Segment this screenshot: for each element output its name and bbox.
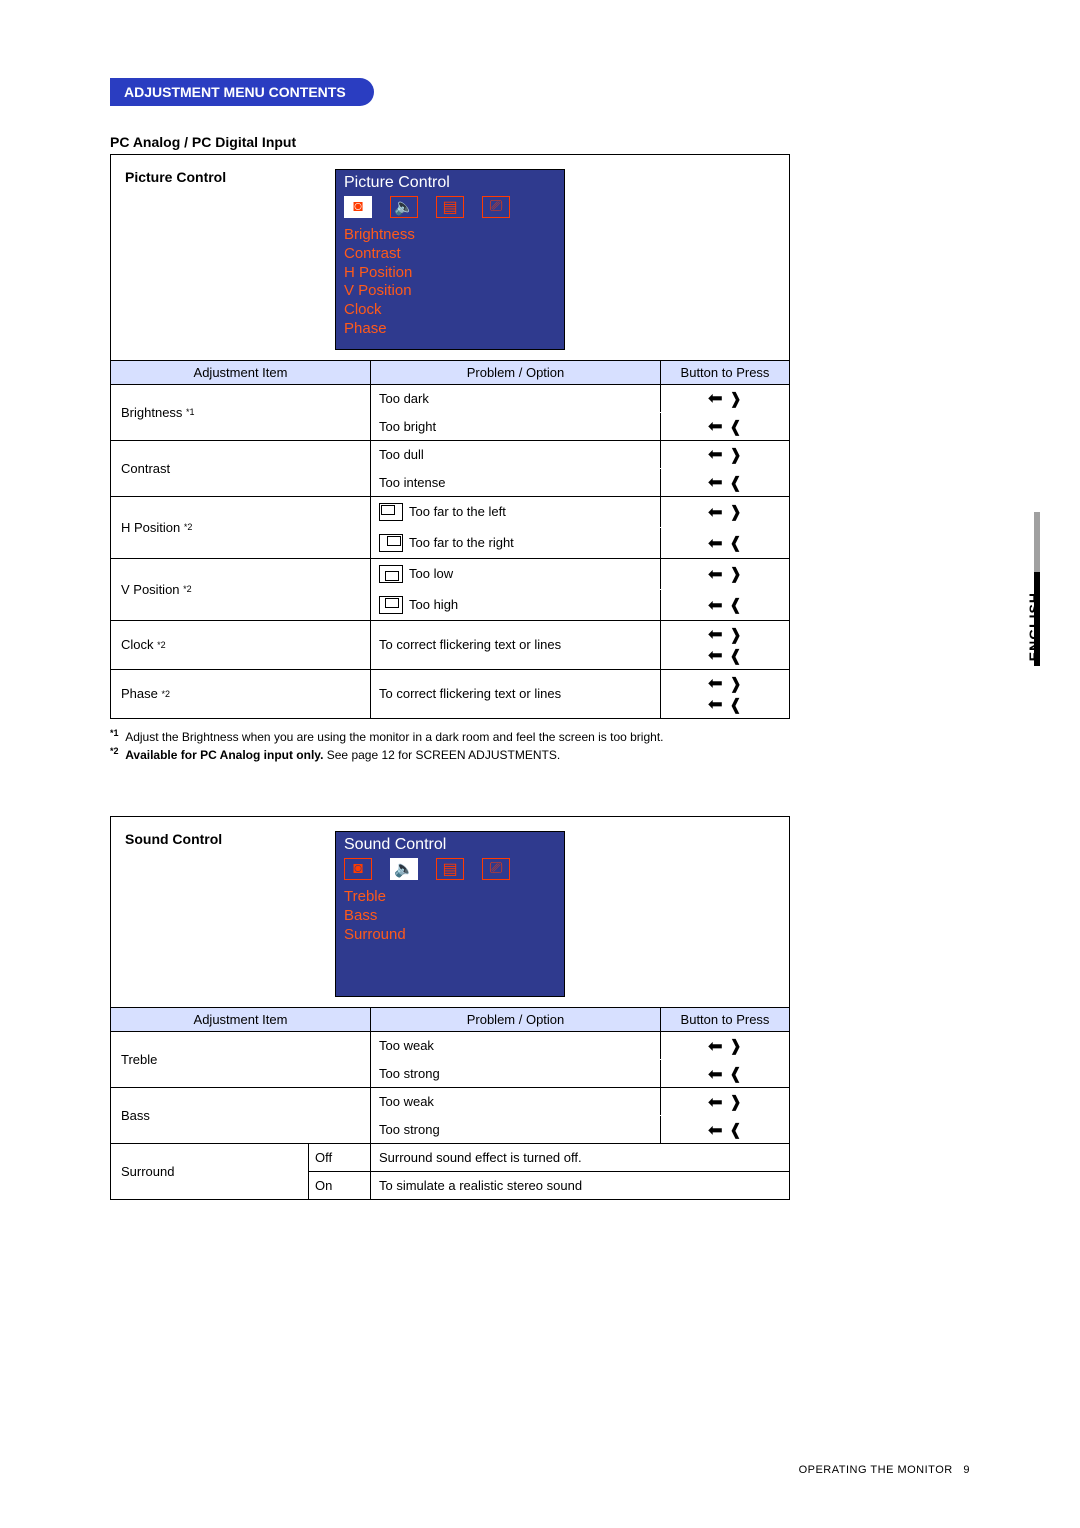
- table-row: Clock *2 To correct flickering text or l…: [111, 620, 789, 669]
- setup-tab-icon: ▤: [436, 858, 464, 880]
- table-row: H Position *2 Too far to the left Too fa…: [111, 496, 789, 558]
- section-pill: ADJUSTMENT MENU CONTENTS: [110, 78, 374, 106]
- picture-tab-icon: ◙: [344, 196, 372, 218]
- osd-sound-title: Sound Control: [344, 836, 556, 854]
- osd-sound-list: Treble Bass Surround: [344, 888, 556, 944]
- input-tab-icon: ⎚: [482, 196, 510, 218]
- osd-picture: Picture Control ◙ 🔈 ▤ ⎚ Brightness Contr…: [335, 169, 565, 350]
- table-row: Brightness *1 Too dark Too bright: [111, 384, 789, 440]
- table-row: Contrast Too dull Too intense: [111, 440, 789, 496]
- position-diagram-icon: [379, 596, 403, 614]
- setup-tab-icon: ▤: [436, 196, 464, 218]
- input-tab-icon: ⎚: [482, 858, 510, 880]
- page-footer: OPERATING THE MONITOR 9: [799, 1464, 970, 1476]
- sound-control-section: Sound Control Sound Control ◙ 🔈 ▤ ⎚ Treb…: [110, 816, 790, 1200]
- picture-control-section: Picture Control Picture Control ◙ 🔈 ▤ ⎚ …: [110, 154, 790, 719]
- sound-tab-icon: 🔈: [390, 858, 418, 880]
- table-row: Bass Too weak Too strong: [111, 1087, 789, 1143]
- table-row: Phase *2 To correct flickering text or l…: [111, 669, 789, 718]
- footnotes: *1 Adjust the Brightness when you are us…: [110, 727, 810, 765]
- osd-picture-title: Picture Control: [344, 174, 556, 192]
- language-tab: ENGLISH: [1026, 592, 1042, 661]
- sound-table-header: Adjustment Item Problem / Option Button …: [111, 1007, 789, 1031]
- left-arrow-icon: [708, 417, 743, 436]
- position-diagram-icon: [379, 534, 403, 552]
- osd-sound: Sound Control ◙ 🔈 ▤ ⎚ Treble Bass Surrou…: [335, 831, 565, 997]
- sound-control-label: Sound Control: [125, 831, 335, 997]
- picture-tab-icon: ◙: [344, 858, 372, 880]
- picture-table-header: Adjustment Item Problem / Option Button …: [111, 360, 789, 384]
- table-row: V Position *2 Too low Too high: [111, 558, 789, 620]
- table-row: Treble Too weak Too strong: [111, 1031, 789, 1087]
- position-diagram-icon: [379, 565, 403, 583]
- picture-control-label: Picture Control: [125, 169, 335, 350]
- position-diagram-icon: [379, 503, 403, 521]
- sub-heading: PC Analog / PC Digital Input: [110, 134, 970, 150]
- sound-tab-icon: 🔈: [390, 196, 418, 218]
- osd-picture-list: Brightness Contrast H Position V Positio…: [344, 226, 556, 339]
- left-arrow-icon: [708, 389, 743, 408]
- table-row: Surround OffSurround sound effect is tur…: [111, 1143, 789, 1199]
